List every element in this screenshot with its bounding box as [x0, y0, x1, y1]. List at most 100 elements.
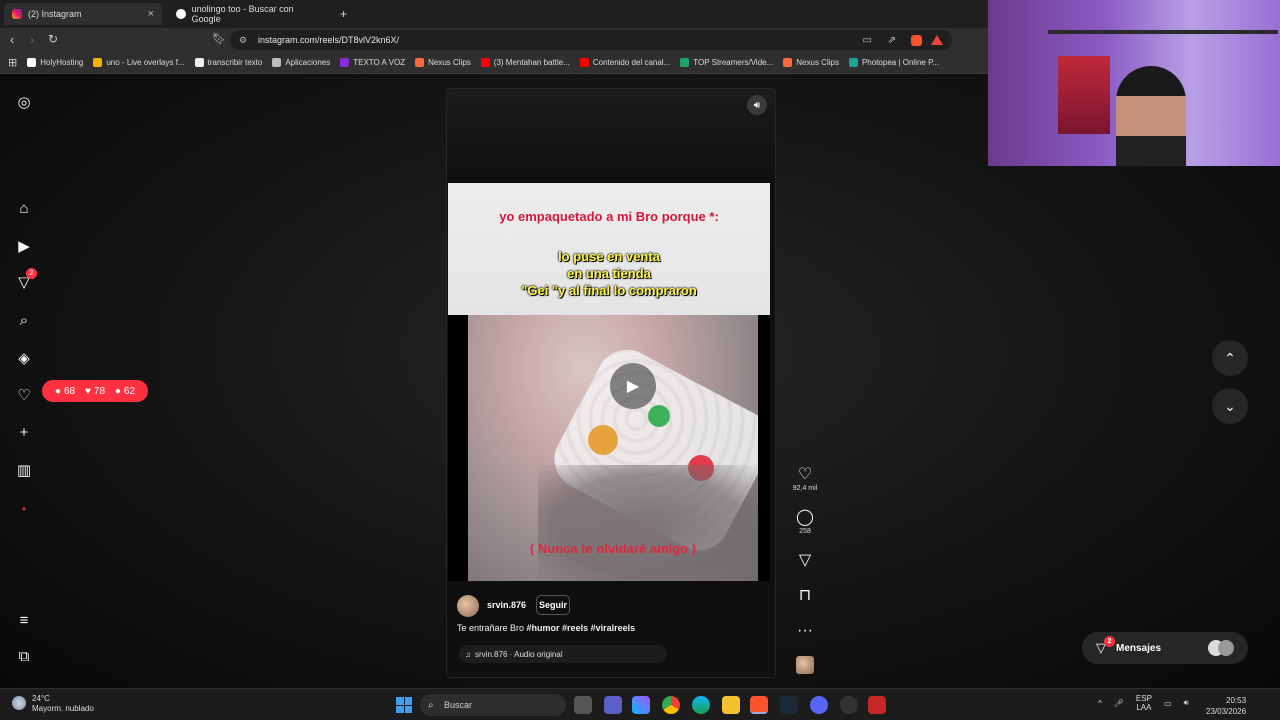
like-action[interactable]: ♡ 92,4 mil — [792, 466, 818, 492]
site-info-icon[interactable]: ⚙ — [239, 35, 247, 46]
music-note-icon: ♫ — [465, 649, 471, 659]
webcam-person — [1116, 66, 1186, 166]
file-explorer-icon[interactable] — [722, 696, 740, 714]
brave-shields-icon[interactable] — [911, 34, 922, 46]
dashboard-icon[interactable]: ▥ — [14, 460, 34, 480]
comment-bubble-icon[interactable]: ◯ — [792, 509, 818, 527]
tab-close-icon[interactable]: × — [148, 8, 154, 20]
new-tab-button[interactable]: + — [332, 3, 352, 25]
audio-thumbnail[interactable] — [792, 656, 818, 674]
chrome-icon[interactable] — [662, 696, 680, 714]
reload-icon[interactable]: ↻ — [48, 32, 58, 46]
create-icon[interactable]: + — [14, 422, 34, 442]
tab-google-search[interactable]: unolingo too - Buscar con Google — [168, 3, 328, 25]
audio-label: srvin.876 · Audio original — [475, 649, 563, 659]
apps-grid-icon[interactable]: ⊞ — [8, 56, 17, 69]
like-heart-icon[interactable]: ♡ — [792, 466, 818, 484]
steam-icon[interactable] — [780, 696, 798, 714]
bookmark-favicon-icon — [579, 58, 589, 67]
bookmark-item[interactable]: TEXTO A VOZ — [340, 58, 405, 67]
explore-icon[interactable]: ◈ — [14, 348, 34, 368]
bookmark-item[interactable]: Nexus Clips — [415, 58, 471, 67]
bookmark-item[interactable]: Nexus Clips — [783, 58, 839, 67]
volume-icon[interactable]: 🔊︎ — [1184, 698, 1189, 708]
sound-toggle-icon[interactable]: 🔊︎ — [747, 95, 767, 115]
forward-icon[interactable]: › — [30, 32, 34, 47]
bookmark-favicon-icon — [415, 58, 425, 67]
notifications-icon[interactable]: ♡ — [14, 385, 34, 405]
save-action[interactable]: ⊓ — [792, 587, 818, 605]
more-dots-icon[interactable]: ··· — [792, 622, 818, 640]
share-paper-plane-icon[interactable]: ▽ — [792, 552, 818, 570]
discord-icon[interactable] — [810, 696, 828, 714]
share-icon[interactable]: ⇗ — [888, 35, 896, 46]
comment-action[interactable]: ◯ 258 — [792, 509, 818, 535]
obs-icon[interactable] — [840, 696, 858, 714]
previous-reel-button[interactable]: ⌃ — [1212, 340, 1248, 376]
bookmark-item[interactable]: HolyHosting — [27, 58, 83, 67]
copilot-icon[interactable] — [632, 696, 650, 714]
tab-instagram[interactable]: (2) Instagram × — [4, 3, 162, 25]
webcam-poster — [1058, 56, 1110, 134]
search-icon[interactable]: ⌕ — [14, 310, 34, 330]
follow-button[interactable]: Seguir — [536, 595, 570, 615]
hashtags[interactable]: #humor #reels #viralreels — [527, 623, 636, 633]
bookmark-item[interactable]: Photopea | Online P... — [848, 58, 939, 67]
apps-icon[interactable]: ⧉ — [14, 646, 34, 666]
bookmark-item[interactable]: (3) Mentahan battle... — [480, 58, 570, 67]
bookmark-item[interactable]: Aplicaciones — [272, 58, 330, 67]
bookmark-favicon-icon — [848, 58, 858, 67]
home-icon[interactable]: ⌂ — [14, 198, 34, 218]
bookmark-item[interactable]: uno - Live overlays f... — [93, 58, 185, 67]
clock[interactable]: 20:53 23/03/2026 — [1206, 695, 1246, 717]
microphone-icon[interactable]: 🎤︎ — [1114, 699, 1124, 708]
more-options[interactable]: ··· — [792, 622, 818, 640]
like-count: 92,4 mil — [792, 485, 818, 492]
edge-icon[interactable] — [692, 696, 710, 714]
instagram-favicon-icon — [12, 9, 22, 19]
video-player[interactable]: ▶ ( Nunca te olvidaré amigo ) — [448, 315, 770, 581]
brave-icon[interactable] — [750, 696, 768, 714]
instagram-logo-icon[interactable]: ◎ — [14, 92, 34, 112]
app-icon[interactable] — [868, 696, 886, 714]
username[interactable]: srvin.876 — [487, 600, 526, 610]
url-field[interactable]: ⚙ instagram.com/reels/DT8vlV2kn6X/ ▭ ⇗ — [230, 30, 952, 50]
bookmark-item[interactable]: TOP Streamers/Vide... — [680, 58, 773, 67]
caption-headline: yo empaquetado a mi Bro porque *: — [499, 209, 719, 224]
messages-button[interactable]: ▽ 2 Mensajes — [1082, 632, 1248, 664]
notifications-pill[interactable]: ● 68 ♥ 78 ● 62 — [42, 380, 148, 402]
audio-thumbnail-image[interactable] — [796, 656, 814, 674]
bookmark-favicon-icon — [27, 58, 37, 67]
teams-icon[interactable] — [604, 696, 622, 714]
follows-count: ● 62 — [115, 386, 135, 397]
weather-widget[interactable]: 24°C Mayorm. nublado — [12, 694, 94, 714]
video-frame: ▶ ( Nunca te olvidaré amigo ) — [468, 315, 758, 581]
bookmark-icon[interactable]: 🔖︎ — [212, 32, 226, 45]
back-icon[interactable]: ‹ — [10, 32, 14, 47]
task-view-icon[interactable] — [574, 696, 592, 714]
avatar[interactable] — [457, 595, 479, 617]
brave-rewards-icon[interactable] — [931, 35, 943, 45]
more-menu-icon[interactable]: ≡ — [14, 610, 34, 630]
audio-link[interactable]: ♫ srvin.876 · Audio original — [459, 645, 667, 663]
save-bookmark-icon[interactable]: ⊓ — [792, 587, 818, 605]
profile-icon[interactable]: ● — [14, 498, 34, 518]
play-icon[interactable]: ▶ — [610, 363, 656, 409]
bookmark-label: Nexus Clips — [796, 58, 839, 67]
start-button[interactable] — [396, 697, 412, 713]
next-reel-button[interactable]: ⌄ — [1212, 388, 1248, 424]
bookmark-item[interactable]: transcribir texto — [194, 58, 262, 67]
bookmark-favicon-icon — [194, 58, 204, 67]
taskbar-search[interactable]: ⌕ Buscar — [420, 694, 566, 716]
reels-icon[interactable]: ▶ — [14, 236, 34, 256]
chevron-up-icon: ⌃ — [1224, 349, 1236, 366]
language-indicator[interactable]: ESP LAA — [1136, 694, 1152, 712]
share-action[interactable]: ▽ — [792, 552, 818, 570]
cast-icon[interactable]: ▭ — [863, 35, 872, 46]
bookmark-item[interactable]: Contenido del canal... — [579, 58, 670, 67]
comments-count: ● 68 — [55, 386, 75, 397]
network-icon[interactable]: ▭ — [1164, 699, 1172, 708]
comment-count: 258 — [799, 528, 811, 535]
chevron-up-icon[interactable]: ^ — [1098, 699, 1102, 708]
direct-icon[interactable]: ▽ 2 — [14, 268, 37, 292]
